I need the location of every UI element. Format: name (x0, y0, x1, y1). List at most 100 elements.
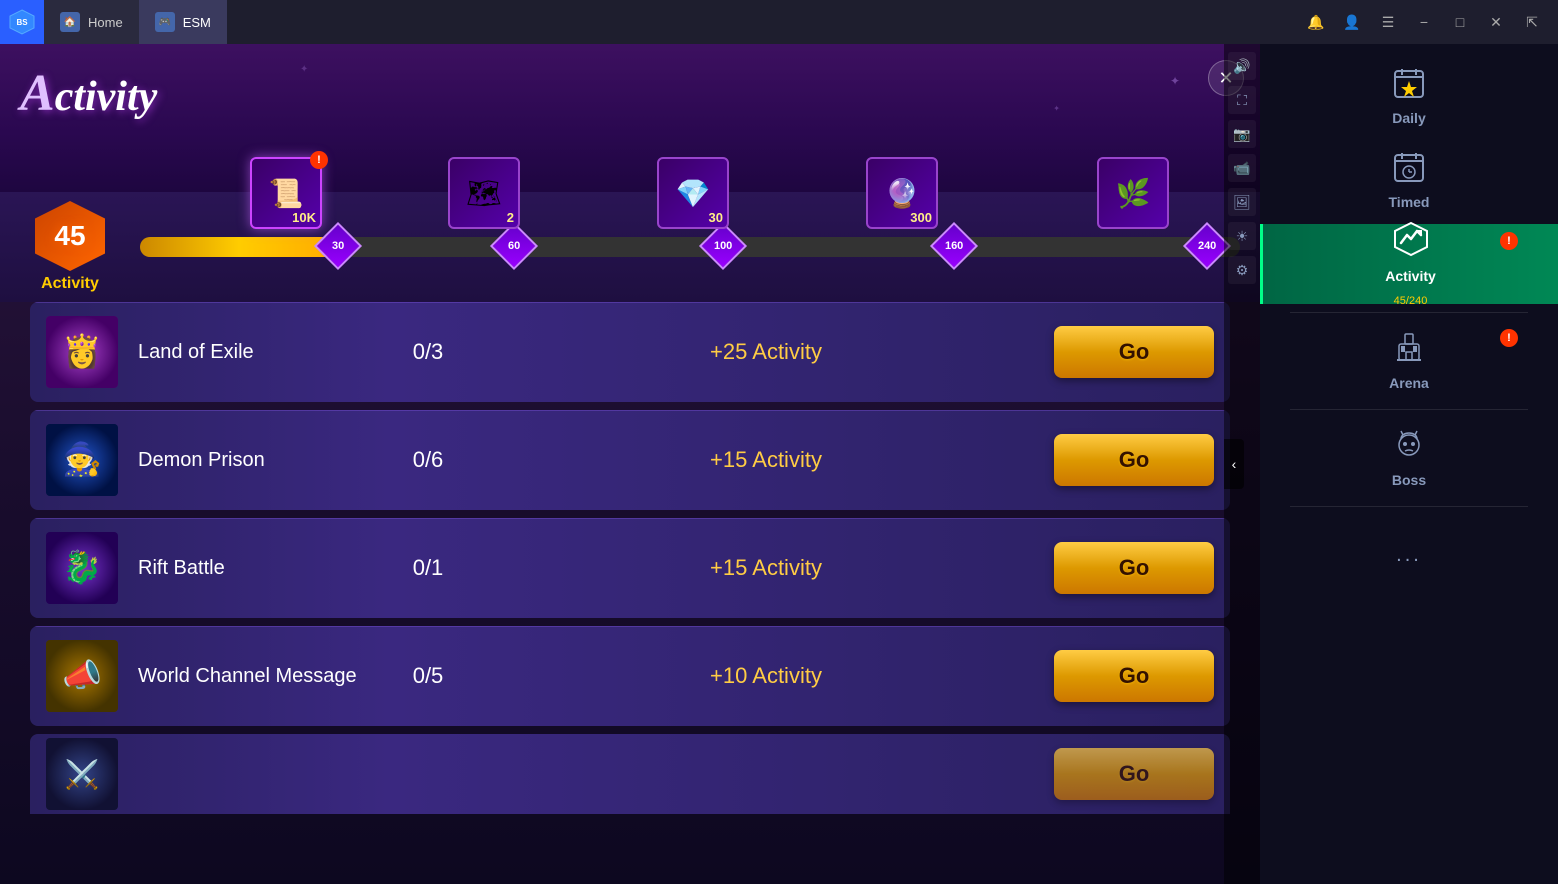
milestone-160: 160 (937, 229, 971, 263)
home-tab-icon: 🏠 (60, 12, 80, 32)
activity-panel: Activity ✦ ✦ ✦ ✕ 45 Activity 30 (0, 44, 1260, 884)
svg-text:👸: 👸 (62, 333, 102, 369)
milestone-240-value: 240 (1198, 240, 1216, 252)
sidebar-item-boss[interactable]: Boss (1260, 418, 1558, 498)
thumb-world-channel: 📣 (46, 640, 118, 712)
activity-name-world-channel: World Channel Message (138, 665, 358, 688)
daily-label: Daily (1392, 110, 1425, 126)
sound-btn[interactable]: 🔊 (1228, 52, 1256, 80)
activity-name-land-of-exile: Land of Exile (138, 341, 358, 364)
window-close-btn[interactable]: ✕ (1482, 8, 1510, 36)
reward-scroll-count: 10K (292, 210, 316, 225)
camera-btn[interactable]: 📷 (1228, 120, 1256, 148)
progress-bar-bg: 30 60 100 160 (140, 237, 1240, 257)
activity-label: Activity (1385, 268, 1436, 284)
thumb-land-of-exile: 👸 (46, 316, 118, 388)
milestone-100-value: 100 (714, 240, 732, 252)
boss-icon (1393, 429, 1425, 468)
sidebar-item-daily[interactable]: Daily (1260, 56, 1558, 136)
deco-star1: ✦ (1170, 74, 1180, 88)
collapse-arrow[interactable]: ‹ (1224, 439, 1244, 489)
menu-btn[interactable]: ☰ (1374, 8, 1402, 36)
svg-text:BS: BS (16, 18, 28, 27)
fullscreen-btn[interactable]: ⛶ (1228, 86, 1256, 114)
milestone-100-diamond: 100 (699, 222, 747, 270)
account-btn[interactable]: 👤 (1338, 8, 1366, 36)
sidebar-divider-1 (1290, 312, 1528, 313)
thumb-demon-prison: 🧙 (46, 424, 118, 496)
activity-reward-world-channel: +10 Activity (498, 663, 1034, 689)
sidebar-item-timed[interactable]: Timed (1260, 140, 1558, 220)
tab-esm[interactable]: 🎮 ESM (139, 0, 227, 44)
activity-row-rift-battle: 🐉 Rift Battle 0/1 +15 Activity Go (30, 518, 1230, 618)
title-rest: ctivity (55, 74, 158, 120)
activity-count-land-of-exile: 0/3 (378, 339, 478, 365)
video-btn[interactable]: 📹 (1228, 154, 1256, 182)
reward-orb-count: 300 (910, 210, 932, 225)
partial-go-area: Go (1054, 748, 1214, 800)
home-tab-label: Home (88, 15, 123, 30)
timed-icon (1393, 151, 1425, 190)
activity-progress-label: 45/240 (1394, 295, 1428, 307)
brightness-btn[interactable]: ☀ (1228, 222, 1256, 250)
thumb-rift-battle: 🐉 (46, 532, 118, 604)
activity-list: 👸 Land of Exile 0/3 +25 Activity Go (30, 302, 1230, 864)
go-btn-world-channel[interactable]: Go (1054, 650, 1214, 702)
milestone-240: 240 (1190, 229, 1224, 263)
boss-label: Boss (1392, 472, 1426, 488)
tab-home[interactable]: 🏠 Home (44, 0, 139, 44)
sidebar-item-activity[interactable]: ! Activity 45/240 (1260, 224, 1558, 304)
title-bar-right: 🔔 👤 ☰ − □ ✕ ⇱ (1302, 8, 1558, 36)
milestone-60-diamond: 60 (490, 222, 538, 270)
activity-badge: 45 Activity (20, 201, 120, 293)
activity-name-rift-battle: Rift Battle (138, 557, 358, 580)
minimize-btn[interactable]: − (1410, 8, 1438, 36)
progress-bar-fill (140, 237, 338, 257)
activity-count-demon-prison: 0/6 (378, 447, 478, 473)
esm-tab-icon: 🎮 (155, 12, 175, 32)
esm-tab-label: ESM (183, 15, 211, 30)
title-cap: A (20, 65, 55, 122)
daily-icon (1393, 67, 1425, 106)
notification-btn[interactable]: 🔔 (1302, 8, 1330, 36)
arena-label: Arena (1389, 375, 1429, 391)
milestone-160-value: 160 (945, 240, 963, 252)
maximize-btn[interactable]: □ (1446, 8, 1474, 36)
progress-area: 45 Activity 30 60 (0, 192, 1260, 302)
svg-text:🧙: 🧙 (62, 441, 102, 477)
arena-notif-badge: ! (1500, 329, 1518, 347)
go-btn-unknown[interactable]: Go (1054, 748, 1214, 800)
title-bar: BS 🏠 Home 🎮 ESM 🔔 👤 ☰ − □ ✕ ⇱ (0, 0, 1558, 44)
right-sidebar: Daily Timed ! Activity (1260, 44, 1558, 884)
settings-btn[interactable]: ⚙ (1228, 256, 1256, 284)
svg-text:🐉: 🐉 (62, 549, 102, 585)
activity-name-demon-prison: Demon Prison (138, 449, 358, 472)
badge-value: 45 (35, 201, 105, 271)
activity-notif-badge: ! (1500, 232, 1518, 250)
go-btn-land-of-exile[interactable]: Go (1054, 326, 1214, 378)
activity-count-rift-battle: 0/1 (378, 555, 478, 581)
sidebar-divider-3 (1290, 506, 1528, 507)
milestone-60-value: 60 (508, 240, 520, 252)
reward-map-count: 2 (507, 210, 514, 225)
activity-count-world-channel: 0/5 (378, 663, 478, 689)
restore-btn[interactable]: ⇱ (1518, 8, 1546, 36)
sidebar-item-more[interactable]: ... (1260, 515, 1558, 595)
sidebar-item-arena[interactable]: ! Arena (1260, 321, 1558, 401)
deco-star2: ✦ (1053, 104, 1060, 113)
gallery-btn[interactable]: 🖼 (1228, 188, 1256, 216)
milestone-160-diamond: 160 (930, 222, 978, 270)
go-btn-rift-battle[interactable]: Go (1054, 542, 1214, 594)
activity-row-land-of-exile: 👸 Land of Exile 0/3 +25 Activity Go (30, 302, 1230, 402)
thumb-unknown: ⚔️ (46, 738, 118, 810)
activity-reward-demon-prison: +15 Activity (498, 447, 1034, 473)
panel-title: Activity (20, 64, 157, 123)
activity-reward-land-of-exile: +25 Activity (498, 339, 1034, 365)
arena-icon (1393, 332, 1425, 371)
svg-text:📣: 📣 (62, 657, 102, 693)
activity-icon (1393, 221, 1429, 264)
go-btn-demon-prison[interactable]: Go (1054, 434, 1214, 486)
bluestacks-logo: BS (0, 0, 44, 44)
badge-label: Activity (41, 275, 99, 293)
sidebar-divider-2 (1290, 409, 1528, 410)
